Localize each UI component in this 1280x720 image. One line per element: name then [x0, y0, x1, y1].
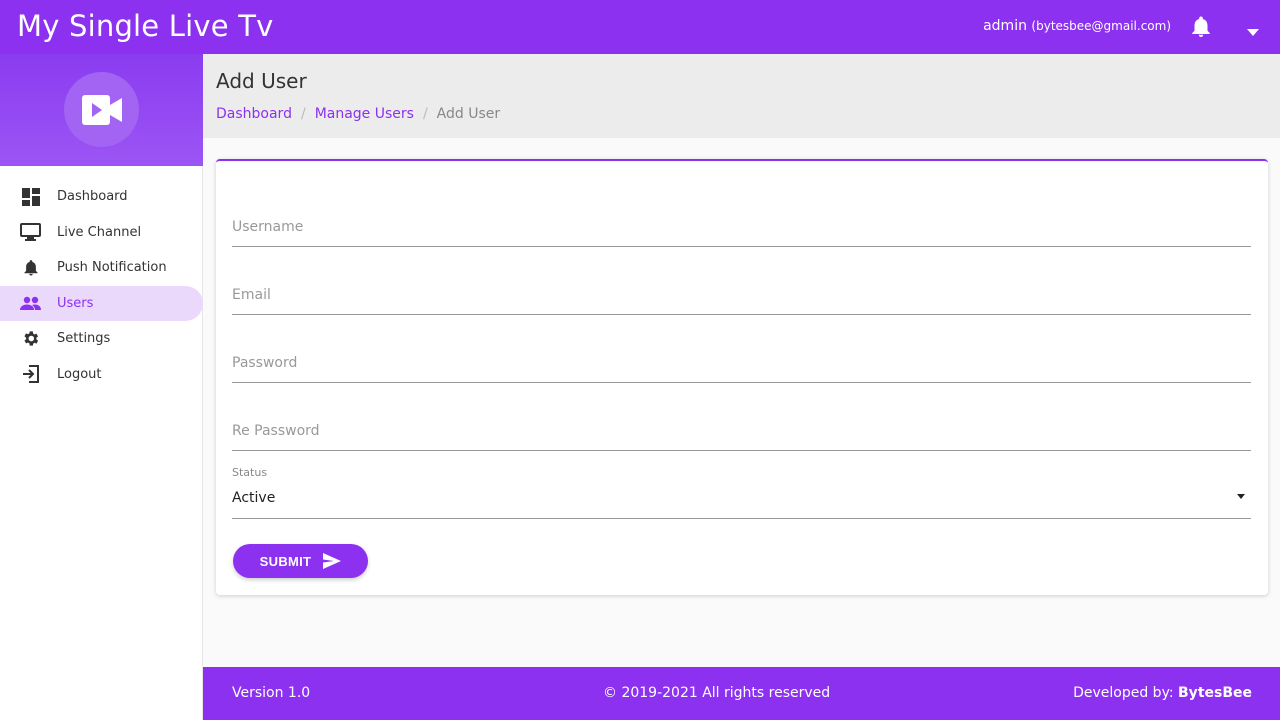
sidebar-item-label: Dashboard — [57, 189, 128, 205]
user-menu-label[interactable]: admin (bytesbee@gmail.com) — [983, 18, 1171, 34]
breadcrumb: Dashboard / Manage Users / Add User — [216, 106, 500, 122]
sidebar-item-push-notification[interactable]: Push Notification — [0, 250, 202, 286]
sidebar-item-users[interactable]: Users — [0, 285, 203, 321]
sidebar-item-logout[interactable]: Logout — [0, 357, 202, 393]
sidebar-item-label: Users — [57, 295, 94, 311]
footer-developer-name[interactable]: BytesBee — [1178, 685, 1252, 701]
username-field[interactable]: Username — [232, 205, 1251, 247]
email-placeholder: Email — [232, 287, 271, 303]
password-placeholder: Password — [232, 355, 298, 371]
breadcrumb-manage-users-link[interactable]: Manage Users — [315, 106, 414, 122]
breadcrumb-separator: / — [300, 106, 306, 122]
breadcrumb-dashboard-link[interactable]: Dashboard — [216, 106, 292, 122]
email-field[interactable]: Email — [232, 273, 1251, 315]
sidebar-item-label: Live Channel — [57, 224, 142, 240]
footer-developer: Developed by: BytesBee — [1073, 685, 1252, 701]
breadcrumb-separator: / — [422, 106, 428, 122]
user-name: admin — [983, 18, 1027, 34]
sidebar-item-dashboard[interactable]: Dashboard — [0, 179, 202, 215]
submit-button[interactable]: SUBMIT — [233, 544, 368, 578]
user-email: (bytesbee@gmail.com) — [1031, 19, 1171, 33]
notification-bell-icon[interactable] — [1189, 15, 1213, 39]
sidebar: Dashboard Live Channel Push Notification… — [0, 54, 203, 720]
repassword-field[interactable]: Re Password — [232, 409, 1251, 451]
page-title: Add User — [216, 69, 307, 93]
footer-version: Version 1.0 — [232, 685, 311, 701]
logo — [64, 72, 139, 147]
footer-copyright: © 2019-2021 All rights reserved — [603, 685, 831, 701]
username-placeholder: Username — [232, 219, 304, 235]
sidebar-item-live-channel[interactable]: Live Channel — [0, 215, 202, 251]
sidebar-item-settings[interactable]: Settings — [0, 321, 202, 357]
logout-icon — [20, 364, 41, 385]
monitor-icon — [20, 222, 41, 243]
footer-developed-by-label: Developed by: — [1073, 685, 1174, 701]
video-camera-icon — [81, 94, 122, 125]
footer: Version 1.0 © 2019-2021 All rights reser… — [203, 667, 1280, 720]
status-label: Status — [232, 466, 268, 479]
submit-label: SUBMIT — [259, 553, 312, 569]
password-field[interactable]: Password — [232, 341, 1251, 383]
send-icon — [323, 553, 342, 569]
add-user-form-card: Username Email Password Re Password Stat… — [216, 159, 1268, 595]
top-app-bar: My Single Live Tv admin (bytesbee@gmail.… — [0, 0, 1280, 54]
gear-icon — [20, 328, 41, 349]
status-select[interactable]: Status Active — [232, 466, 1251, 519]
app-title[interactable]: My Single Live Tv — [17, 9, 274, 43]
dashboard-icon — [20, 186, 41, 207]
users-icon — [20, 293, 41, 314]
sidebar-item-label: Settings — [57, 331, 111, 347]
breadcrumb-current: Add User — [436, 106, 501, 122]
status-value: Active — [232, 490, 276, 506]
chevron-down-icon — [1237, 494, 1245, 499]
page-header: Add User Dashboard / Manage Users / Add … — [203, 54, 1280, 138]
repassword-placeholder: Re Password — [232, 423, 320, 439]
sidebar-item-label: Push Notification — [57, 260, 167, 276]
sidebar-nav: Dashboard Live Channel Push Notification… — [0, 179, 203, 393]
sidebar-item-label: Logout — [57, 366, 102, 382]
bell-icon — [20, 257, 41, 278]
sidebar-header — [0, 54, 203, 166]
user-menu-caret-icon[interactable] — [1247, 22, 1259, 36]
